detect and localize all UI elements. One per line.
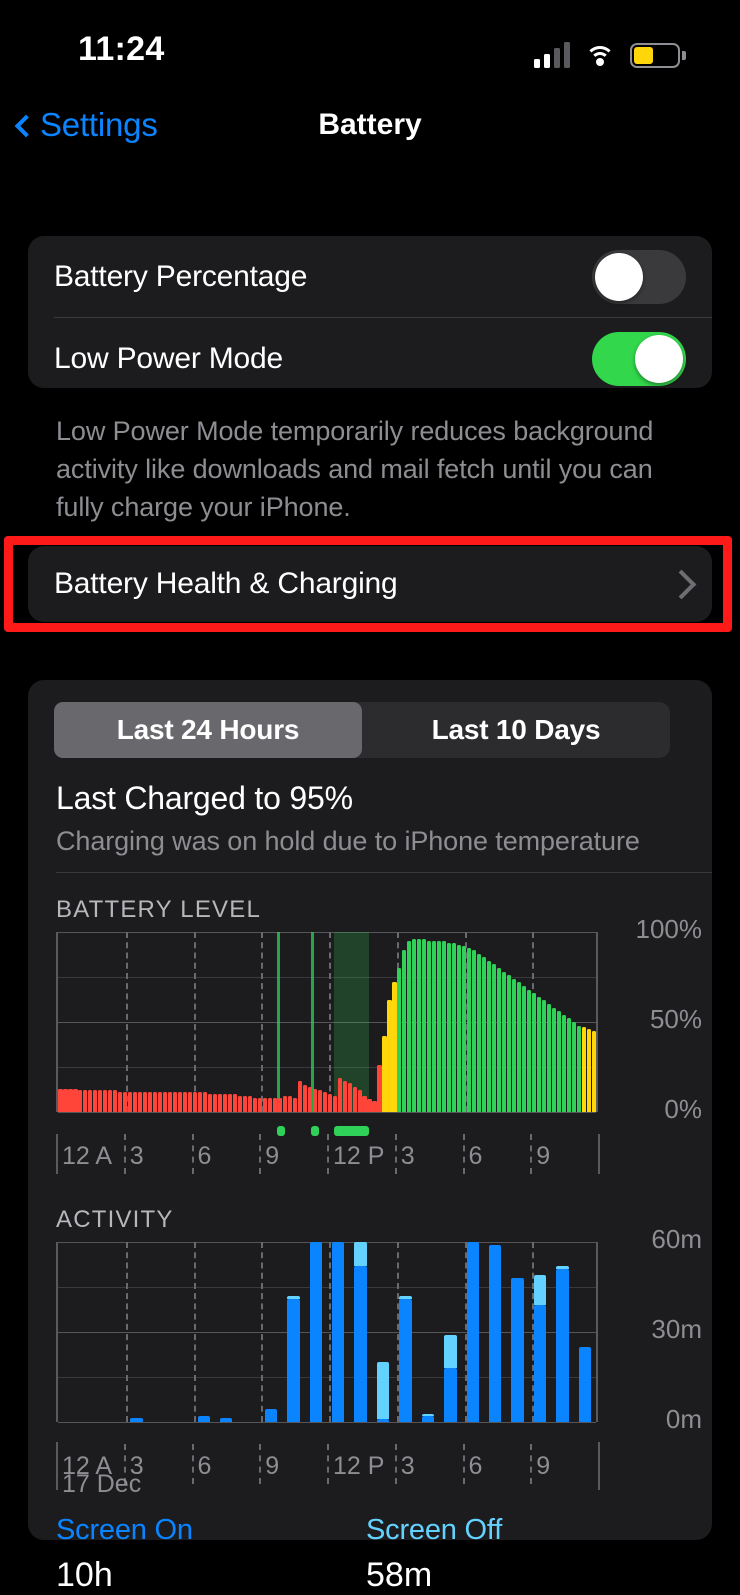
date-axis-left-edge bbox=[56, 1442, 58, 1490]
battery-percentage-toggle[interactable] bbox=[592, 250, 686, 304]
cellular-signal-icon bbox=[534, 42, 570, 68]
low-power-mode-toggle[interactable] bbox=[592, 332, 686, 386]
x-axis-tick-label: 9 bbox=[265, 1452, 280, 1480]
status-bar-time: 11:24 bbox=[78, 30, 165, 68]
x-axis-tick-mark bbox=[462, 1444, 465, 1484]
x-axis-tick-label: 9 bbox=[536, 1452, 551, 1480]
page-title: Battery bbox=[318, 108, 422, 141]
low-power-mode-footnote: Low Power Mode temporarily reduces backg… bbox=[56, 416, 654, 522]
screen-on-label: Screen On bbox=[56, 1514, 193, 1546]
highlight-annotation-box bbox=[4, 536, 732, 632]
row-low-power-mode[interactable]: Low Power Mode bbox=[28, 318, 712, 400]
battery-icon bbox=[630, 43, 686, 68]
toggle-knob bbox=[635, 335, 683, 383]
x-axis-tick-label: 6 bbox=[468, 1452, 483, 1480]
x-axis-tick-label: 6 bbox=[197, 1452, 212, 1480]
toggle-knob bbox=[595, 253, 643, 301]
battery-percentage-label: Battery Percentage bbox=[54, 260, 308, 293]
date-axis-right-edge bbox=[598, 1442, 600, 1490]
activity-x-axis: 12 A 3 6 9 12 P369 bbox=[28, 680, 712, 1540]
status-bar-indicators bbox=[534, 34, 686, 68]
screen-off-label: Screen Off bbox=[366, 1514, 503, 1546]
x-axis-tick-mark bbox=[191, 1444, 194, 1484]
x-axis-tick-mark bbox=[530, 1444, 533, 1484]
x-axis-tick-label: 3 bbox=[400, 1452, 415, 1480]
x-axis-tick-label: 12 P bbox=[333, 1452, 385, 1480]
row-battery-percentage[interactable]: Battery Percentage bbox=[28, 236, 712, 318]
status-bar: 11:24 bbox=[0, 0, 740, 92]
x-axis-tick-mark bbox=[327, 1444, 329, 1484]
wifi-icon bbox=[584, 44, 616, 68]
x-axis-tick-mark bbox=[259, 1444, 262, 1484]
battery-usage-card: Last 24 Hours Last 10 Days Last Charged … bbox=[28, 680, 712, 1540]
navigation-bar: Settings Battery bbox=[0, 100, 740, 162]
low-power-mode-label: Low Power Mode bbox=[54, 342, 283, 375]
x-axis-tick-mark bbox=[394, 1444, 397, 1484]
battery-settings-card: Battery Percentage Low Power Mode bbox=[28, 236, 712, 388]
chart-date-label: 17 Dec bbox=[62, 1470, 142, 1498]
